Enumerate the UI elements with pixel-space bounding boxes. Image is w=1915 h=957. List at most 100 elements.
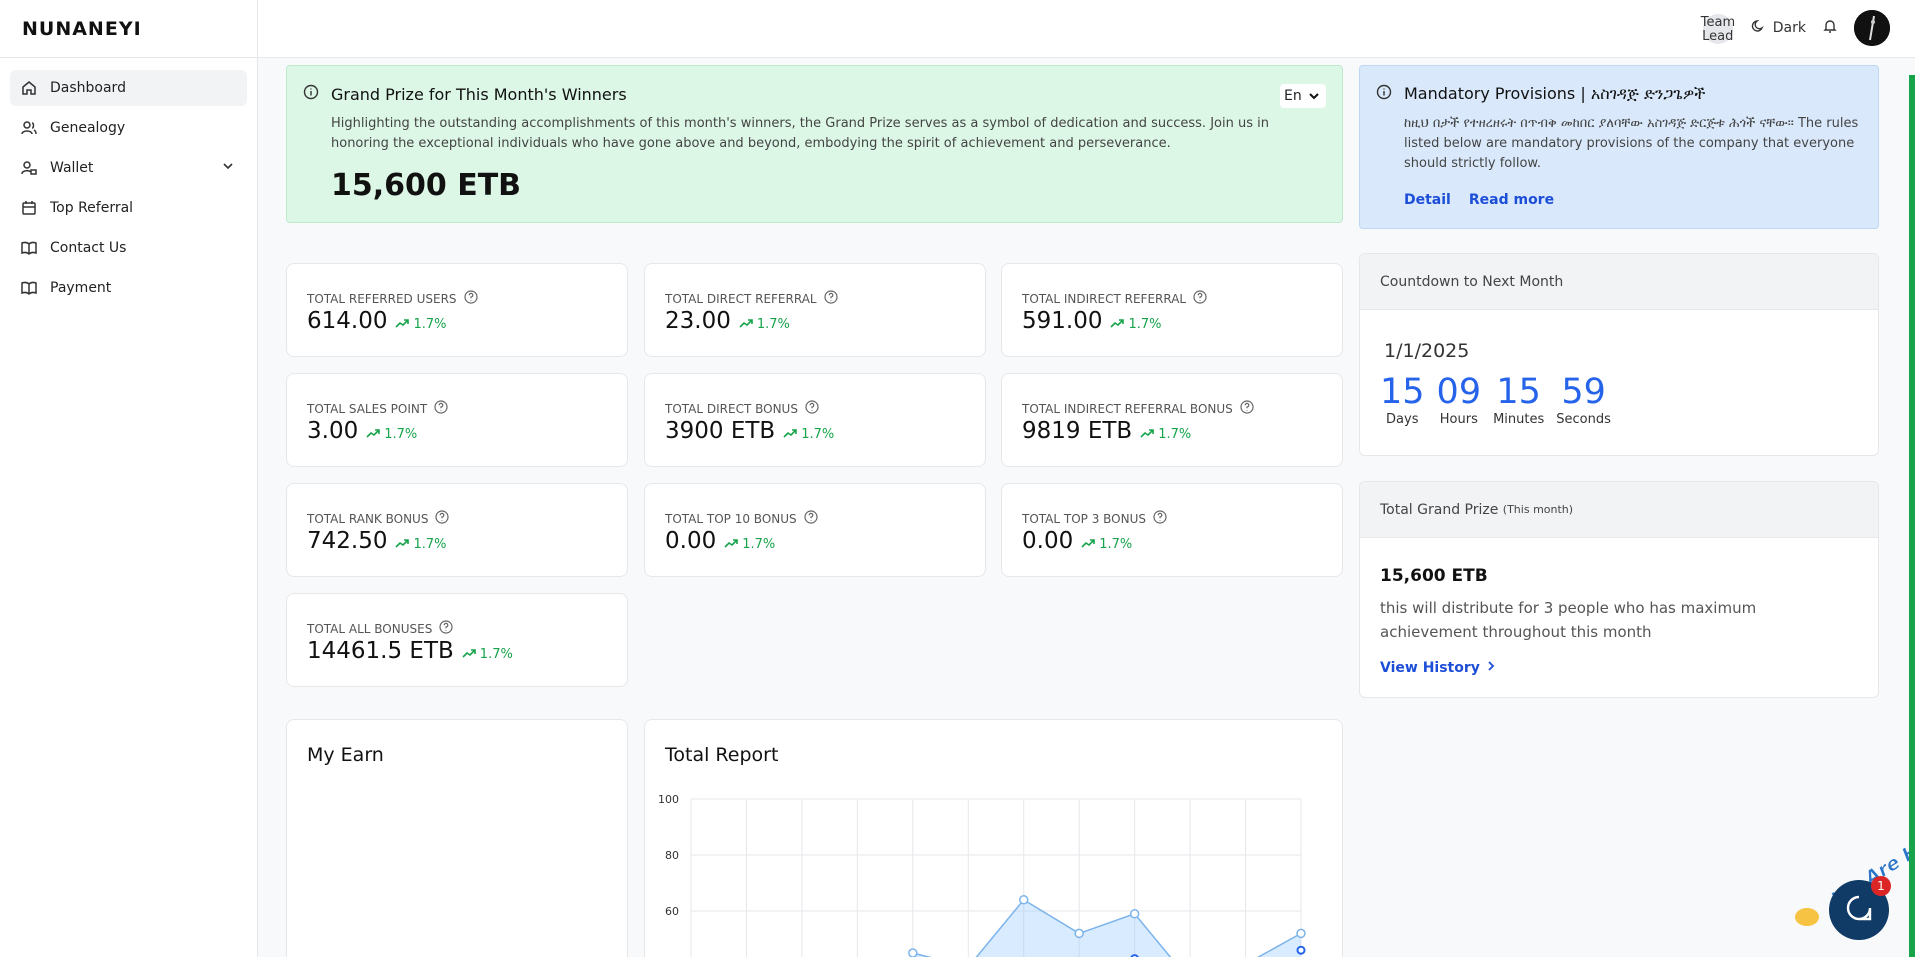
stat-trend: 1.7% (1128, 317, 1162, 332)
stat-label: TOTAL TOP 10 BONUS (665, 511, 797, 526)
trending-up-icon (395, 317, 410, 332)
provisions-description: ከዚህ በታች የተዘረዘሩት በጥብቅ መከበር ያለባቸው አስገዳጅ ድር… (1404, 116, 1859, 171)
countdown-days: 15 Days (1380, 372, 1425, 427)
stat-value: 14461.5 ETB (307, 638, 454, 664)
y-tick-label: 60 (665, 905, 679, 918)
trending-up-icon (1110, 317, 1125, 332)
stat-card-total-top-3-bonus: TOTAL TOP 3 BONUS 0.00 1.7% (1001, 483, 1343, 577)
trending-up-icon (395, 537, 410, 552)
sidebar-item-contact-us[interactable]: Contact Us (10, 230, 247, 266)
grand-prize-panel-description: this will distribute for 3 people who ha… (1380, 599, 1757, 641)
grand-prize-title: Grand Prize for This Month's Winners (331, 84, 627, 104)
sidebar-nav: Dashboard Genealogy Wallet Top Referral (0, 58, 257, 322)
series-area (912, 899, 1301, 957)
bell-icon[interactable] (1822, 18, 1838, 38)
language-value: En (1284, 88, 1302, 104)
calendar-icon (20, 199, 38, 217)
total-report-chart: 100 80 60 (658, 793, 1306, 957)
sidebar-item-label: Contact Us (50, 240, 127, 256)
read-more-link[interactable]: Read more (1469, 192, 1554, 208)
sidebar-item-label: Dashboard (50, 80, 126, 96)
help-icon[interactable] (823, 290, 838, 307)
total-grand-prize-panel: Total Grand Prize (This month) 15,600 ET… (1359, 481, 1879, 698)
theme-toggle-button[interactable]: Dark (1751, 19, 1806, 37)
brand-logo[interactable]: NUNANEYI (0, 0, 257, 58)
trending-up-icon (1081, 537, 1096, 552)
stat-trend: 1.7% (413, 537, 447, 552)
trending-up-icon (724, 537, 739, 552)
chevron-down-icon (1308, 90, 1320, 106)
stat-label: TOTAL TOP 3 BONUS (1022, 511, 1147, 526)
sidebar-item-payment[interactable]: Payment (10, 270, 247, 306)
countdown-hours: 09 Hours (1436, 372, 1482, 427)
stat-trend: 1.7% (384, 427, 418, 442)
stat-value: 591.00 (1022, 308, 1103, 334)
users-icon (20, 119, 38, 137)
sidebar-item-genealogy[interactable]: Genealogy (10, 110, 247, 146)
trending-up-icon (366, 427, 381, 442)
series-point (1074, 928, 1084, 939)
grand-prize-description: Highlighting the outstanding accomplishm… (331, 116, 1269, 151)
stat-label: TOTAL DIRECT REFERRAL (665, 291, 817, 306)
stat-card-total-rank-bonus: TOTAL RANK BONUS 742.50 1.7% (286, 483, 628, 577)
stat-trend: 1.7% (413, 317, 447, 332)
help-icon[interactable] (1153, 510, 1167, 527)
stat-label: TOTAL INDIRECT REFERRAL BONUS (1022, 401, 1233, 416)
sidebar-item-wallet[interactable]: Wallet (10, 150, 247, 186)
grand-prize-panel-subtitle: (This month) (1502, 503, 1574, 516)
help-icon[interactable] (1240, 400, 1254, 417)
stat-value: 0.00 (1022, 528, 1074, 554)
scrollbar-thumb[interactable] (1909, 75, 1915, 957)
trending-up-icon (462, 647, 476, 662)
help-icon[interactable] (1193, 290, 1207, 307)
stat-trend: 1.7% (801, 427, 835, 442)
book-icon (20, 239, 38, 257)
help-icon[interactable] (463, 290, 478, 307)
chevron-down-icon[interactable] (221, 159, 235, 177)
stat-trend: 1.7% (756, 317, 790, 332)
avatar[interactable] (1854, 10, 1890, 46)
provisions-title: Mandatory Provisions | አስገዳጅ ድንጋጌዎች (1404, 84, 1706, 103)
language-select[interactable]: En (1280, 84, 1326, 108)
my-earn-title: My Earn (307, 744, 384, 766)
series-point (908, 948, 918, 957)
stat-label: TOTAL SALES POINT (307, 401, 428, 416)
moon-icon (1751, 19, 1765, 37)
help-icon[interactable] (439, 620, 453, 637)
countdown-date: 1/1/2025 (1384, 340, 1470, 362)
countdown-panel: Countdown to Next Month 1/1/2025 15 Days… (1359, 253, 1879, 456)
detail-link[interactable]: Detail (1404, 192, 1451, 208)
stat-trend: 1.7% (1099, 537, 1133, 552)
series-point (1296, 928, 1306, 939)
sidebar-item-top-referral[interactable]: Top Referral (10, 190, 247, 226)
series-point (1129, 909, 1140, 919)
help-icon[interactable] (434, 400, 448, 417)
help-icon[interactable] (804, 510, 818, 527)
view-history-link[interactable]: View History (1380, 660, 1496, 676)
stat-value: 3900 ETB (665, 418, 776, 444)
help-icon[interactable] (435, 510, 450, 527)
brand-name: NUNANEYI (22, 17, 142, 40)
stat-trend: 1.7% (1158, 427, 1192, 442)
grand-prize-panel-amount: 15,600 ETB (1380, 566, 1488, 586)
stat-trend: 1.7% (742, 537, 776, 552)
stat-card-total-indirect-referral-bonus: TOTAL INDIRECT REFERRAL BONUS 9819 ETB 1.… (1001, 373, 1343, 467)
team-lead-image[interactable]: Team Lead (1701, 8, 1735, 48)
help-icon[interactable] (805, 400, 819, 417)
stat-value: 742.50 (307, 528, 388, 554)
stat-value: 9819 ETB (1022, 418, 1133, 444)
chat-button[interactable]: 1 (1829, 876, 1891, 940)
stat-label: TOTAL ALL BONUSES (307, 621, 433, 636)
y-tick-label: 100 (658, 793, 679, 806)
chevron-right-icon (1486, 660, 1496, 676)
sidebar-item-dashboard[interactable]: Dashboard (10, 70, 247, 106)
stat-card-total-referred-users: TOTAL REFERRED USERS 614.00 1.7% (286, 263, 628, 357)
grand-prize-banner: Grand Prize for This Month's Winners Hig… (286, 65, 1343, 223)
stat-label: TOTAL REFERRED USERS (307, 291, 457, 306)
sidebar-item-label: Wallet (50, 160, 94, 176)
stat-value: 23.00 (665, 308, 731, 334)
stat-card-total-top-10-bonus: TOTAL TOP 10 BONUS 0.00 1.7% (644, 483, 986, 577)
chat-badge: 1 (1871, 876, 1891, 896)
series-point (1296, 945, 1306, 955)
theme-label: Dark (1772, 20, 1806, 36)
